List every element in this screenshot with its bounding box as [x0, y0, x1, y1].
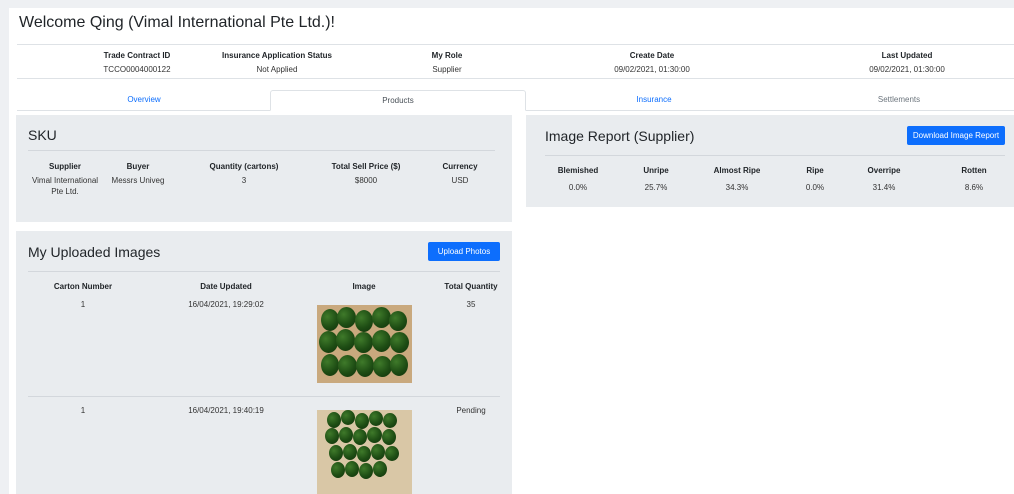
report-header-almost-ripe: Almost Ripe: [713, 166, 761, 175]
download-image-report-button[interactable]: Download Image Report: [907, 126, 1005, 145]
report-header-overripe: Overripe: [867, 166, 901, 175]
info-value: 09/02/2021, 01:30:00: [614, 65, 690, 74]
report-value-unripe: 25.7%: [644, 183, 668, 192]
tab-bar: Overview Products Insurance Settlements: [17, 90, 1014, 111]
tab-settlements[interactable]: Settlements: [784, 90, 1014, 111]
sku-header-buyer: Buyer: [126, 162, 150, 171]
info-header: Last Updated: [881, 51, 933, 60]
uploads-header-date: Date Updated: [200, 282, 252, 291]
sku-panel: SKU Supplier Buyer Quantity (cartons) To…: [16, 115, 512, 222]
info-trade-contract: Trade Contract ID TCCO0004000122: [67, 49, 207, 77]
sku-buyer: Messrs Univeg: [111, 176, 165, 185]
info-last-updated: Last Updated 09/02/2021, 01:30:00: [842, 49, 972, 77]
row2-date: 16/04/2021, 19:40:19: [188, 406, 264, 415]
report-value-almost-ripe: 34.3%: [725, 183, 749, 192]
divider: [545, 155, 1005, 156]
uploaded-images-panel: My Uploaded Images Upload Photos Carton …: [16, 231, 512, 494]
upload-photos-button[interactable]: Upload Photos: [428, 242, 500, 261]
info-header: Trade Contract ID: [103, 51, 171, 60]
report-header-rotten: Rotten: [961, 166, 987, 175]
row2-avocado-image[interactable]: [317, 410, 412, 494]
tab-products[interactable]: Products: [270, 90, 526, 111]
info-value: Not Applied: [256, 65, 298, 74]
report-header-ripe: Ripe: [806, 166, 824, 175]
image-report-title: Image Report (Supplier): [545, 128, 695, 144]
info-value: Supplier: [432, 65, 462, 74]
info-header: Insurance Application Status: [222, 51, 332, 60]
divider: [28, 150, 495, 151]
uploads-header-total-quantity: Total Quantity: [444, 282, 498, 291]
report-value-overripe: 31.4%: [872, 183, 896, 192]
report-header-unripe: Unripe: [643, 166, 669, 175]
sku-title: SKU: [28, 127, 57, 143]
row-divider: [28, 396, 500, 397]
report-value-blemished: 0.0%: [568, 183, 588, 192]
info-header: My Role: [431, 51, 463, 60]
report-header-blemished: Blemished: [557, 166, 599, 175]
sku-header-currency: Currency: [442, 162, 478, 171]
page-title: Welcome Qing (Vimal International Pte Lt…: [19, 14, 335, 31]
info-my-role: My Role Supplier: [387, 49, 507, 77]
uploads-header-image: Image: [352, 282, 376, 291]
sku-header-quantity: Quantity (cartons): [209, 162, 279, 171]
image-report-panel: Image Report (Supplier) Download Image R…: [526, 115, 1014, 207]
sku-currency: USD: [451, 176, 469, 185]
uploaded-images-title: My Uploaded Images: [28, 244, 161, 260]
row2-quantity: Pending: [456, 406, 486, 415]
row2-carton: 1: [80, 406, 86, 415]
sku-header-supplier: Supplier: [48, 162, 81, 171]
sku-header-total-price: Total Sell Price ($): [331, 162, 401, 171]
divider: [28, 271, 500, 272]
sku-supplier: Vimal International Pte Ltd.: [31, 176, 99, 196]
report-value-rotten: 8.6%: [964, 183, 984, 192]
report-value-ripe: 0.0%: [805, 183, 825, 192]
tab-insurance[interactable]: Insurance: [527, 90, 781, 111]
info-create-date: Create Date 09/02/2021, 01:30:00: [587, 49, 717, 77]
info-insurance-status: Insurance Application Status Not Applied: [207, 49, 347, 77]
sku-quantity: 3: [241, 176, 247, 185]
sku-total-price: $8000: [354, 176, 378, 185]
row1-avocado-image[interactable]: [317, 305, 412, 383]
info-value: TCCO0004000122: [103, 65, 171, 74]
row1-quantity: 35: [466, 300, 476, 309]
info-header: Create Date: [629, 51, 675, 60]
contract-info-table: Trade Contract ID TCCO0004000122 Insuran…: [17, 44, 1014, 79]
page: Welcome Qing (Vimal International Pte Lt…: [9, 8, 1014, 494]
row1-carton: 1: [80, 300, 86, 309]
uploads-header-carton: Carton Number: [53, 282, 113, 291]
tab-overview[interactable]: Overview: [17, 90, 271, 111]
row1-date: 16/04/2021, 19:29:02: [188, 300, 264, 309]
info-value: 09/02/2021, 01:30:00: [869, 65, 945, 74]
